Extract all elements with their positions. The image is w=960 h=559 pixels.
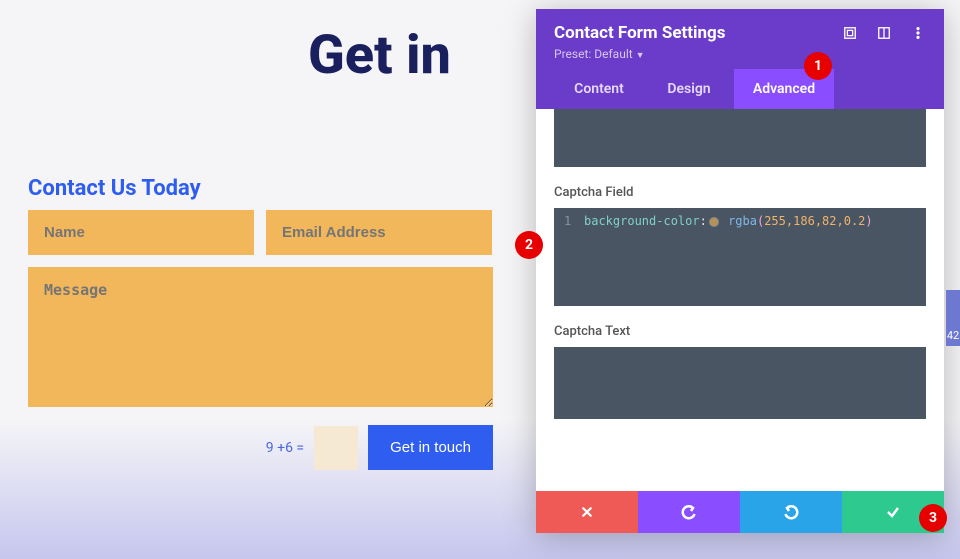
code-n2: 186 [793,214,815,228]
color-swatch-icon [709,217,719,227]
side-marker: 42 [946,290,960,346]
code-editor-prev[interactable] [554,109,926,167]
captcha-question: 9 +6 = [266,440,304,456]
annotation-pin-3: 3 [919,504,947,532]
annotation-pin-2: 2 [515,231,543,259]
code-colon: : [700,214,707,228]
section-title: Contact Us Today [28,176,201,201]
panel-title: Contact Form Settings [554,23,726,43]
code-close: ) [865,214,872,228]
code-func: rgba [728,214,757,228]
submit-button[interactable]: Get in touch [368,425,493,470]
code-property: background-color [584,214,700,228]
tab-design[interactable]: Design [644,69,734,109]
code-n4: 0.2 [844,214,866,228]
undo-button[interactable] [638,491,740,533]
panel-header: Contact Form Settings Preset: Default ▼ … [536,9,944,109]
preset-row[interactable]: Preset: Default ▼ [554,47,926,61]
chevron-down-icon: ▼ [636,51,645,61]
more-icon[interactable] [910,25,926,41]
panel-body: Captcha Field 1 background-color: rgba(2… [536,109,944,491]
tab-content[interactable]: Content [554,69,644,109]
captcha-field-label: Captcha Field [554,185,926,200]
code-c2: , [815,214,822,228]
captcha-field-editor[interactable]: 1 background-color: rgba(255,186,82,0.2) [554,208,926,306]
settings-panel: Contact Form Settings Preset: Default ▼ … [536,9,944,533]
name-input[interactable] [28,210,254,255]
panel-footer [536,491,944,533]
annotation-pin-1: 1 [804,52,832,80]
preset-value: Default [594,47,632,61]
preset-label: Preset: [554,47,591,61]
message-input[interactable] [28,267,493,407]
captcha-input[interactable] [314,426,358,470]
focus-icon[interactable] [842,25,858,41]
captcha-text-label: Captcha Text [554,324,926,339]
code-c3: , [837,214,844,228]
page-heading: Get in [308,24,451,87]
captcha-text-editor[interactable] [554,347,926,419]
code-n1: 255 [764,214,786,228]
line-number: 1 [564,214,574,228]
panel-tabs: Content Design Advanced [554,69,926,109]
email-input[interactable] [266,210,492,255]
layout-icon[interactable] [876,25,892,41]
contact-form: 9 +6 = Get in touch [28,210,493,470]
cancel-button[interactable] [536,491,638,533]
redo-button[interactable] [740,491,842,533]
code-n3: 82 [822,214,836,228]
